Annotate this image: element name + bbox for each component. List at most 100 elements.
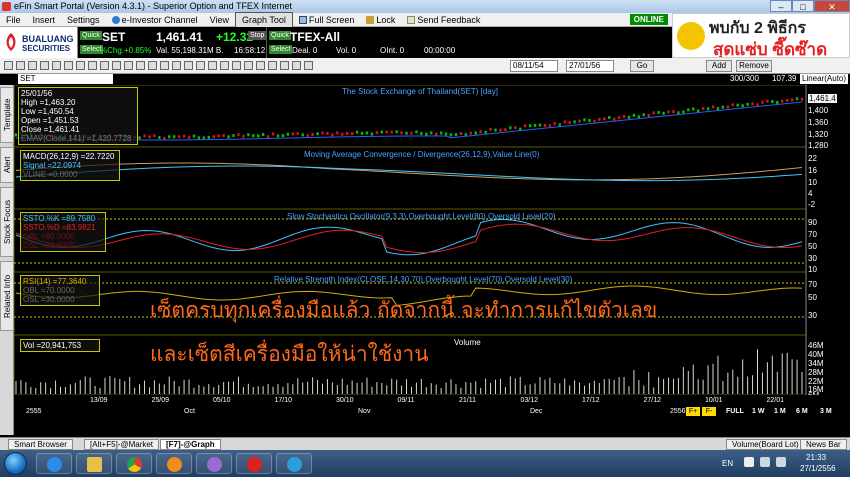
save-icon[interactable] [184,61,193,70]
price-candle [212,135,215,139]
menu-settings[interactable]: Settings [61,13,106,27]
menu-e-investor-channel[interactable]: e-Investor Channel [106,13,204,27]
price-candle [336,131,339,135]
symbol-input[interactable]: SET [18,74,113,84]
period-6m[interactable]: 6 M [796,408,808,415]
add-button[interactable]: Add [706,60,732,72]
tfex-quick-button[interactable]: Quick [269,31,291,40]
price-candle [538,123,542,127]
menu-lock[interactable]: Lock [360,13,401,27]
help-icon[interactable] [304,61,313,70]
indicator-icon[interactable] [208,61,217,70]
compare-icon[interactable] [268,61,277,70]
period-icon[interactable] [256,61,265,70]
date-tick-label: 17/12 [582,397,600,404]
volume-icon[interactable] [776,457,786,467]
arrow-tool-icon[interactable] [100,61,109,70]
date-axis: 13/09 25/09 05/10 17/10 30/10 09/11 21/11 03/12… [14,395,850,418]
color-icon[interactable] [232,61,241,70]
layout-icon[interactable] [292,61,301,70]
print-icon[interactable] [172,61,181,70]
tfex-select-button[interactable]: Select [269,45,293,54]
menu-send-feedback[interactable]: Send Feedback [401,13,486,27]
text-tool-icon[interactable] [64,61,73,70]
trendline-icon[interactable] [40,61,49,70]
stop-button[interactable]: Stop [248,31,267,40]
ad-banner[interactable]: พบกับ 2 พิธีกร สุดแซ่บ ซี๊ดซ๊าด [672,13,850,58]
zoom-out-icon[interactable] [16,61,25,70]
price-info-date: 25/01/56 [21,89,53,98]
keyboard-icon[interactable] [744,457,754,467]
tab-graph[interactable]: [F7]-@Graph [160,439,221,450]
remove-button[interactable]: Remove [736,60,772,72]
network-icon[interactable] [760,457,770,467]
macd-ytick: 4 [808,189,813,198]
side-tab-stock-focus[interactable]: Stock Focus [0,187,14,257]
minimize-button[interactable]: – [770,0,792,12]
price-ytick: 1,280 [808,141,829,150]
price-panel-title: The Stock Exchange of Thailand(SET) [day… [342,87,498,96]
price-candle [667,110,670,114]
ellipse-tool-icon[interactable] [88,61,97,70]
side-tab-template[interactable]: Template [0,87,14,143]
tab-market[interactable]: [Alt+F5]-@Market [84,439,160,450]
taskbar-efin[interactable] [236,453,272,474]
crosshair-icon[interactable] [28,61,37,70]
taskbar-ie[interactable] [36,453,72,474]
close-button[interactable]: ✕ [814,0,850,12]
horizontal-line-icon[interactable] [112,61,121,70]
macd-info-macd: MACD(26,12,9) =22.7220 [23,152,115,161]
clock-date[interactable]: 27/1/2556 [800,464,836,473]
taskbar-chrome[interactable] [116,453,152,474]
date-to-field[interactable]: 27/01/56 [566,60,614,72]
vertical-line-icon[interactable] [124,61,133,70]
menu-graph-tool[interactable]: Graph Tool [234,11,293,28]
price-candle [781,99,784,103]
settings-icon[interactable] [220,61,229,70]
menu-full-screen[interactable]: Full Screen [293,13,361,27]
price-candle [430,131,433,135]
side-tab-related-info[interactable]: Related Info [0,261,14,331]
delete-icon[interactable] [160,61,169,70]
price-candle [563,120,566,124]
channel-tool-icon[interactable] [136,61,145,70]
price-candle [247,133,250,137]
menu-file[interactable]: File [0,13,27,27]
language-indicator[interactable]: EN [722,459,733,468]
start-button-icon[interactable] [4,452,27,475]
zoom-in-icon[interactable] [4,61,13,70]
set-quick-button[interactable]: Quick [80,31,102,40]
draw-forward-button[interactable]: F+ [686,407,700,416]
side-tab-bar: Template Alert Stock Focus Related Info [0,85,14,435]
tab-smart-browser[interactable]: Smart Browser [8,439,73,450]
news-bar-button[interactable]: News Bar [800,439,847,450]
maximize-button[interactable]: □ [792,0,814,12]
scale-select[interactable]: Linear(Auto) [800,74,849,84]
date-from-field[interactable]: 08/11/54 [510,60,558,72]
taskbar-media[interactable] [156,453,192,474]
go-button[interactable]: Go [630,60,654,72]
taskbar-app[interactable] [196,453,232,474]
side-tab-alert[interactable]: Alert [0,147,14,183]
rectangle-tool-icon[interactable] [76,61,85,70]
period-full[interactable]: FULL [726,408,744,415]
draw-back-button[interactable]: F- [702,407,716,416]
clock-time[interactable]: 21:33 [806,453,826,462]
template-icon[interactable] [280,61,289,70]
volume-unit-select[interactable]: Volume(Board Lot) [726,439,805,450]
app-icon [287,457,302,472]
taskbar-explorer[interactable] [76,453,112,474]
fibonacci-icon[interactable] [52,61,61,70]
menu-insert[interactable]: Insert [27,13,62,27]
period-1w[interactable]: 1 W [752,408,764,415]
menu-view[interactable]: View [204,13,235,27]
period-1m[interactable]: 1 M [774,408,786,415]
open-icon[interactable] [196,61,205,70]
refresh-icon[interactable] [244,61,253,70]
quote-divider [266,27,267,58]
chart-area[interactable]: The Stock Exchange of Thailand(SET) [day… [14,85,850,435]
period-3m[interactable]: 3 M [820,408,832,415]
eraser-icon[interactable] [148,61,157,70]
rsi-panel-title: Relative Strength Index(CLOSE,14,30,70),… [274,275,573,284]
taskbar-app-2[interactable] [276,453,312,474]
